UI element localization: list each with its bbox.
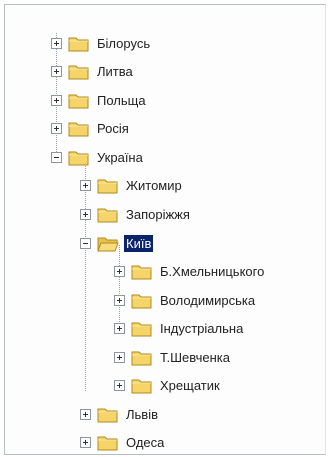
- tree-item-t-shevchenka[interactable]: Т.Шевченка: [114, 343, 232, 371]
- tree-item-lviv[interactable]: Львів: [80, 400, 160, 428]
- folder-icon: [68, 122, 89, 136]
- tree-item-odesa[interactable]: Одеса: [80, 428, 166, 454]
- expand-plus-icon[interactable]: [80, 208, 91, 220]
- tree-item-zhytomyr[interactable]: Житомир: [80, 171, 184, 199]
- tree-view: Білорусь Литва Польща Росія Україна Жито…: [4, 4, 326, 455]
- tree-item-label: Б.Хмельницького: [160, 263, 265, 279]
- tree-item-bilorus[interactable]: Білорусь: [51, 29, 152, 57]
- folder-icon: [131, 322, 152, 336]
- expand-plus-icon[interactable]: [80, 408, 91, 420]
- folder-icon: [97, 436, 118, 450]
- expand-plus-icon[interactable]: [51, 65, 62, 77]
- tree-item-kyiv[interactable]: Київ: [80, 229, 154, 257]
- expand-plus-icon[interactable]: [51, 94, 62, 106]
- tree-item-label: Київ: [124, 234, 154, 252]
- tree-item-label: Хрещатик: [160, 377, 220, 393]
- expand-plus-icon[interactable]: [114, 351, 125, 363]
- tree-item-label: Володимирська: [160, 292, 256, 308]
- expand-plus-icon[interactable]: [80, 179, 91, 191]
- tree-item-label: Білорусь: [97, 35, 151, 51]
- folder-icon: [68, 94, 89, 108]
- tree-item-label: Індустріальна: [160, 320, 244, 336]
- folder-icon: [131, 294, 152, 308]
- open-folder-icon: [97, 237, 119, 251]
- tree-item-zaporizhzhia[interactable]: Запоріжжя: [80, 200, 192, 228]
- tree-item-label: Житомир: [126, 177, 182, 193]
- expand-plus-icon[interactable]: [51, 122, 62, 134]
- tree-item-b-khmelnytskoho[interactable]: Б.Хмельницького: [114, 257, 266, 285]
- tree-item-label: Польща: [97, 92, 146, 108]
- expand-plus-icon[interactable]: [51, 37, 62, 49]
- tree-item-label: Львів: [126, 406, 159, 422]
- folder-icon: [97, 179, 118, 193]
- expand-plus-icon[interactable]: [80, 436, 91, 448]
- folder-icon: [68, 65, 89, 79]
- expand-plus-icon[interactable]: [114, 265, 125, 277]
- tree-item-rosiia[interactable]: Росія: [51, 114, 131, 142]
- tree-item-lytva[interactable]: Литва: [51, 57, 135, 85]
- folder-icon: [131, 351, 152, 365]
- folder-icon: [68, 151, 89, 165]
- tree-item-label: Т.Шевченка: [160, 349, 230, 365]
- folder-icon: [97, 208, 118, 222]
- expand-plus-icon[interactable]: [114, 294, 125, 306]
- tree-item-polshcha[interactable]: Польща: [51, 86, 148, 114]
- tree-item-industrialna[interactable]: Індустріальна: [114, 314, 245, 342]
- folder-icon: [131, 379, 152, 393]
- expand-plus-icon[interactable]: [114, 379, 125, 391]
- tree-item-label: Росія: [97, 120, 129, 136]
- folder-icon: [97, 408, 118, 422]
- expand-plus-icon[interactable]: [114, 322, 125, 334]
- tree-item-volodymyrska[interactable]: Володимирська: [114, 286, 257, 314]
- tree-item-ukraina[interactable]: Україна: [51, 143, 145, 171]
- tree-item-label: Одеса: [126, 434, 165, 450]
- tree-item-label: Литва: [97, 63, 133, 79]
- folder-icon: [131, 265, 152, 279]
- tree-item-label: Україна: [97, 149, 143, 165]
- collapse-minus-icon[interactable]: [80, 237, 91, 249]
- tree-item-khreshchatyk[interactable]: Хрещатик: [114, 371, 222, 399]
- tree-item-label: Запоріжжя: [126, 206, 190, 222]
- collapse-minus-icon[interactable]: [51, 151, 62, 163]
- folder-icon: [68, 37, 89, 51]
